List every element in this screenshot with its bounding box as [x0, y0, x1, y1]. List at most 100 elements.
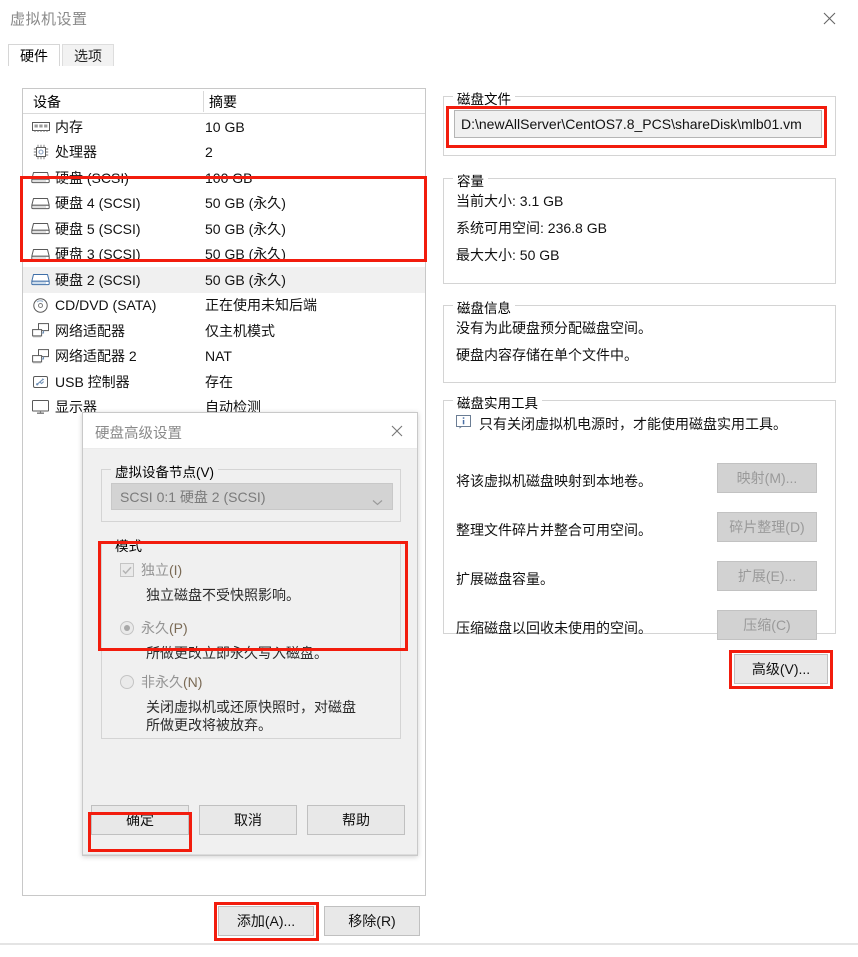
device-row-summary: 50 GB (永久)	[205, 220, 286, 237]
dialog-help-button[interactable]: 帮助	[307, 805, 405, 835]
virtual-device-node-group: 虚拟设备节点(V) SCSI 0:1 硬盘 2 (SCSI)	[101, 461, 401, 522]
device-row[interactable]: 硬盘 (SCSI) 100 GB	[23, 165, 425, 191]
disk-info-line-1: 没有为此硬盘预分配磁盘空间。	[456, 320, 652, 336]
device-row[interactable]: CD/DVD (SATA) 正在使用未知后端	[23, 293, 425, 319]
bottom-strip	[0, 944, 858, 957]
compact-button[interactable]: 压缩(C)	[717, 610, 817, 640]
disk-utility-row-defragment: 整理文件碎片并整合可用空间。 碎片整理(D)	[444, 512, 835, 546]
close-icon[interactable]	[383, 418, 411, 444]
advanced-button[interactable]: 高级(V)...	[734, 654, 828, 684]
device-row-name: CD/DVD (SATA)	[55, 297, 157, 314]
disk-info-group-label: 磁盘信息	[453, 297, 515, 317]
independent-checkbox[interactable]: 独立 (I)	[120, 560, 182, 580]
device-row-name: 硬盘 3 (SCSI)	[55, 246, 141, 263]
device-row[interactable]: 硬盘 3 (SCSI) 50 GB (永久)	[23, 242, 425, 268]
column-header-device: 设备	[33, 94, 61, 110]
device-row-name: 网络适配器 2	[55, 348, 137, 365]
advanced-disk-settings-dialog: 硬盘高级设置 虚拟设备节点(V) SCSI 0:1 硬盘 2 (SCSI) 模式…	[82, 412, 418, 856]
device-row-name: 网络适配器	[55, 322, 125, 339]
disk-icon	[31, 221, 50, 237]
device-row-summary: 50 GB (永久)	[205, 246, 286, 263]
disk-utilities-note: 只有关闭虚拟机电源时，才能使用磁盘实用工具。	[456, 414, 828, 434]
expand-description: 扩展磁盘容量。	[456, 571, 554, 587]
capacity-group-label: 容量	[453, 170, 488, 190]
device-row-name: 内存	[55, 118, 83, 135]
device-row[interactable]: 网络适配器 2 NAT	[23, 344, 425, 370]
map-button[interactable]: 映射(M)...	[717, 463, 817, 493]
nonpersistent-description-line-1: 关闭虚拟机或还原快照时，对磁盘	[146, 699, 356, 715]
device-row[interactable]: 硬盘 5 (SCSI) 50 GB (永久)	[23, 216, 425, 242]
disk-icon	[31, 195, 50, 211]
device-row[interactable]: 内存 10 GB	[23, 114, 425, 140]
radio-unselected-icon	[120, 675, 134, 689]
disk-file-group: 磁盘文件 D:\newAllServer\CentOS7.8_PCS\share…	[443, 88, 836, 156]
defragment-description: 整理文件碎片并整合可用空间。	[456, 522, 652, 538]
device-row-summary: 正在使用未知后端	[205, 297, 317, 314]
network-icon	[31, 323, 50, 339]
nonpersistent-radio[interactable]: 非永久 (N)	[120, 672, 202, 692]
mode-group-label: 模式	[111, 535, 146, 555]
display-icon	[31, 399, 50, 415]
tabstrip: 硬件 选项	[0, 37, 858, 67]
nonpersistent-description-line-2: 所做更改将被放弃。	[146, 717, 272, 733]
map-description: 将该虚拟机磁盘映射到本地卷。	[456, 473, 652, 489]
disk-utility-row-expand: 扩展磁盘容量。 扩展(E)...	[444, 561, 835, 595]
dialog-titlebar: 硬盘高级设置	[83, 413, 417, 449]
capacity-system-free: 系统可用空间: 236.8 GB	[456, 220, 607, 236]
device-row-summary: 50 GB (永久)	[205, 271, 286, 288]
persistent-mnemonic: (P)	[169, 620, 188, 636]
capacity-maximum-size: 最大大小: 50 GB	[456, 247, 560, 263]
device-row-summary: 2	[205, 144, 213, 161]
nonpersistent-mnemonic: (N)	[183, 674, 203, 690]
device-row[interactable]: USB 控制器 存在	[23, 369, 425, 395]
add-button[interactable]: 添加(A)...	[218, 906, 314, 936]
device-row-summary: 10 GB	[205, 118, 245, 135]
tab-hardware[interactable]: 硬件	[8, 44, 60, 67]
disk-utilities-note-text: 只有关闭虚拟机电源时，才能使用磁盘实用工具。	[479, 416, 787, 432]
device-row-name: 硬盘 5 (SCSI)	[55, 220, 141, 237]
column-header-summary: 摘要	[209, 94, 237, 110]
dialog-ok-button[interactable]: 确定	[91, 805, 189, 835]
window-titlebar: 虚拟机设置	[0, 0, 858, 38]
independent-label: 独立	[141, 562, 169, 578]
compact-description: 压缩磁盘以回收未使用的空间。	[456, 620, 652, 636]
independent-description: 独立磁盘不受快照影响。	[146, 587, 300, 603]
defragment-button[interactable]: 碎片整理(D)	[717, 512, 817, 542]
disk-utilities-group: 磁盘实用工具 只有关闭虚拟机电源时，才能使用磁盘实用工具。 将该虚拟机磁盘映射到…	[443, 392, 836, 640]
device-row-summary: 仅主机模式	[205, 322, 275, 339]
disk-icon	[31, 272, 50, 288]
window-title: 虚拟机设置	[10, 11, 88, 28]
device-row-name: USB 控制器	[55, 373, 130, 390]
device-row[interactable]: 硬盘 2 (SCSI) 50 GB (永久)	[23, 267, 425, 293]
disk-file-path-field[interactable]: D:\newAllServer\CentOS7.8_PCS\shareDisk\…	[454, 110, 822, 138]
disk-utilities-group-label: 磁盘实用工具	[453, 392, 542, 412]
dialog-cancel-button[interactable]: 取消	[199, 805, 297, 835]
device-row-summary: 100 GB	[205, 169, 253, 186]
virtual-device-node-select[interactable]: SCSI 0:1 硬盘 2 (SCSI)	[111, 483, 393, 510]
network-icon	[31, 348, 50, 364]
virtual-device-node-label: 虚拟设备节点(V)	[111, 461, 218, 481]
tab-options[interactable]: 选项	[62, 44, 114, 67]
nonpersistent-label: 非永久	[141, 674, 183, 690]
memory-icon	[31, 119, 50, 135]
dialog-title: 硬盘高级设置	[95, 426, 182, 442]
cpu-icon	[31, 144, 50, 160]
cddvd-icon	[31, 297, 50, 313]
disk-utility-row-map: 将该虚拟机磁盘映射到本地卷。 映射(M)...	[444, 463, 835, 497]
virtual-device-node-value: SCSI 0:1 硬盘 2 (SCSI)	[120, 488, 266, 505]
capacity-group: 容量 当前大小: 3.1 GB 系统可用空间: 236.8 GB 最大大小: 5…	[443, 170, 836, 284]
capacity-current-size: 当前大小: 3.1 GB	[456, 193, 564, 209]
disk-icon	[31, 170, 50, 186]
persistent-radio[interactable]: 永久 (P)	[120, 618, 188, 638]
device-row[interactable]: 处理器 2	[23, 140, 425, 166]
device-row[interactable]: 硬盘 4 (SCSI) 50 GB (永久)	[23, 191, 425, 217]
close-icon[interactable]	[806, 0, 852, 36]
device-row[interactable]: 网络适配器 仅主机模式	[23, 318, 425, 344]
expand-button[interactable]: 扩展(E)...	[717, 561, 817, 591]
column-divider	[203, 91, 204, 112]
device-row-name: 处理器	[55, 144, 97, 161]
device-list-header: 设备 摘要	[23, 89, 425, 114]
disk-info-group: 磁盘信息 没有为此硬盘预分配磁盘空间。 硬盘内容存储在单个文件中。	[443, 297, 836, 383]
disk-utility-row-compact: 压缩磁盘以回收未使用的空间。 压缩(C)	[444, 610, 835, 644]
remove-button[interactable]: 移除(R)	[324, 906, 420, 936]
